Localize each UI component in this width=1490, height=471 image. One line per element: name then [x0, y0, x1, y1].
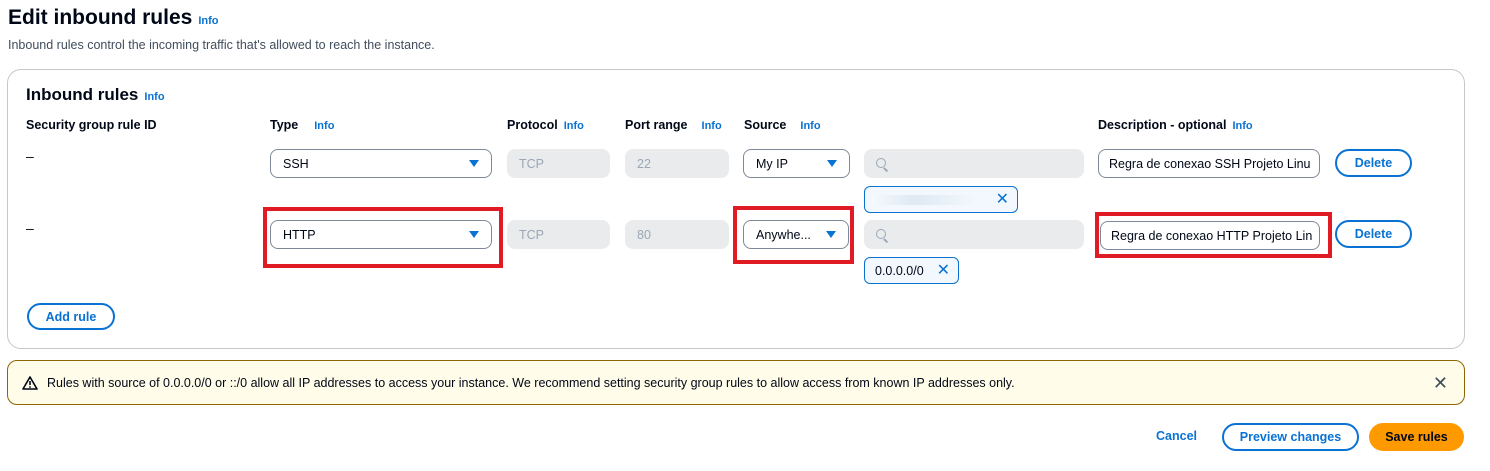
rule-id-value: – — [26, 148, 34, 164]
cidr-search-input[interactable] — [864, 220, 1084, 249]
source-select[interactable]: My IP — [743, 149, 850, 178]
add-rule-button[interactable]: Add rule — [27, 303, 115, 330]
port-range-info-link[interactable]: Info — [702, 120, 722, 132]
column-header-source-label: Source — [744, 118, 787, 132]
panel-info-link[interactable]: Info — [144, 91, 164, 103]
warning-icon — [22, 375, 38, 390]
column-header-description-label: Description - optional — [1098, 118, 1227, 132]
highlight-type-box — [263, 207, 503, 268]
redacted-ip — [875, 194, 975, 205]
type-info-link[interactable]: Info — [314, 120, 334, 132]
rule-id-value: – — [26, 220, 34, 236]
close-icon[interactable]: ✕ — [996, 191, 1009, 208]
protocol-field: TCP — [507, 220, 610, 249]
page-subtitle: Inbound rules control the incoming traff… — [8, 38, 435, 52]
highlight-description-box — [1095, 212, 1332, 258]
caret-down-icon — [827, 160, 837, 167]
cidr-search-input[interactable] — [864, 149, 1084, 178]
protocol-field: TCP — [507, 149, 610, 178]
column-header-protocol: Protocol Info — [507, 118, 584, 132]
highlight-source-box — [733, 206, 854, 264]
delete-button[interactable]: Delete — [1335, 220, 1412, 248]
panel-title: Inbound rules Info — [26, 85, 165, 105]
preview-changes-button[interactable]: Preview changes — [1222, 423, 1359, 451]
column-header-type-label: Type — [270, 118, 299, 132]
warning-text: Rules with source of 0.0.0.0/0 or ::/0 a… — [47, 375, 1015, 390]
save-rules-button[interactable]: Save rules — [1369, 423, 1464, 451]
search-icon — [876, 157, 888, 170]
search-icon — [876, 228, 888, 241]
source-info-link[interactable]: Info — [800, 120, 820, 132]
page-title-text: Edit inbound rules — [8, 6, 193, 29]
column-header-description: Description - optional Info — [1098, 118, 1253, 132]
column-header-source: Source Info — [744, 118, 821, 132]
column-header-rule-id: Security group rule ID — [26, 118, 157, 132]
cidr-token: ✕ — [864, 186, 1018, 213]
cidr-token-value: 0.0.0.0/0 — [875, 263, 924, 278]
column-header-port-range: Port range Info — [625, 118, 722, 132]
description-input[interactable]: Regra de conexao SSH Projeto Linu — [1098, 149, 1320, 178]
port-range-field: 80 — [625, 220, 729, 249]
caret-down-icon — [469, 160, 479, 167]
close-icon[interactable]: ✕ — [937, 262, 950, 279]
cancel-button[interactable]: Cancel — [1156, 429, 1197, 443]
column-header-type: Type Info — [270, 118, 334, 132]
column-header-protocol-label: Protocol — [507, 118, 558, 132]
page-title-info-link[interactable]: Info — [198, 15, 218, 27]
cidr-token: 0.0.0.0/0 ✕ — [864, 257, 959, 284]
type-select-value: SSH — [283, 156, 309, 171]
column-header-port-range-label: Port range — [625, 118, 688, 132]
panel-title-text: Inbound rules — [26, 85, 139, 104]
page-title: Edit inbound rules Info — [8, 6, 219, 30]
close-icon[interactable]: ✕ — [1433, 374, 1448, 392]
warning-alert: Rules with source of 0.0.0.0/0 or ::/0 a… — [7, 360, 1465, 405]
protocol-info-link[interactable]: Info — [564, 120, 584, 132]
description-info-link[interactable]: Info — [1232, 120, 1252, 132]
port-range-field: 22 — [625, 149, 729, 178]
delete-button[interactable]: Delete — [1335, 149, 1412, 177]
source-select-value: My IP — [756, 156, 788, 171]
type-select[interactable]: SSH — [270, 149, 492, 178]
